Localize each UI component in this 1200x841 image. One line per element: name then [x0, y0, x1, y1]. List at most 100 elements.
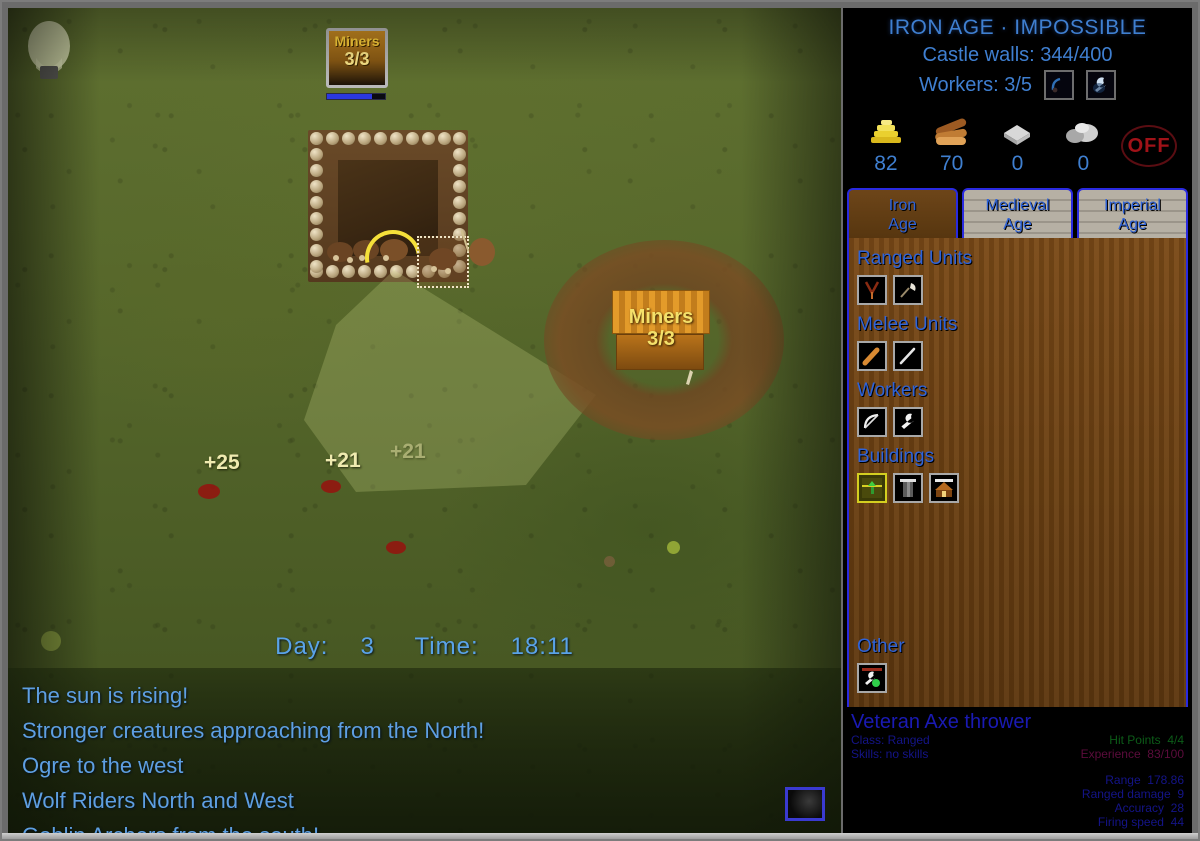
sound-toggle[interactable]: OFF — [1119, 116, 1179, 176]
axe-thrower-icon[interactable] — [893, 275, 923, 305]
resource-gold[interactable]: 82 — [856, 114, 916, 176]
window-bottom-edge — [0, 833, 1200, 841]
message-log: The sun is rising! Stronger creatures ap… — [8, 668, 841, 833]
archer-bow-icon[interactable] — [857, 275, 887, 305]
wall-stud — [310, 196, 323, 209]
log-line: Wolf Riders North and West — [22, 788, 294, 813]
workers-row: Workers: 3/5 — [843, 70, 1192, 100]
melee-units-row — [857, 341, 1178, 371]
tab-medieval-age[interactable]: Medieval Age — [962, 188, 1073, 238]
log-line: The sun is rising! — [22, 683, 189, 708]
club-warrior-icon[interactable] — [857, 341, 887, 371]
house-icon[interactable] — [929, 473, 959, 503]
floating-resource-number: +21 — [325, 449, 361, 472]
lightbulb-hint-icon[interactable] — [18, 16, 80, 88]
selected-unit-portrait[interactable]: Miners 3/3 — [326, 28, 394, 106]
farm-icon[interactable] — [857, 473, 887, 503]
tower-icon[interactable] — [893, 473, 923, 503]
ground-item[interactable] — [667, 541, 680, 554]
section-title-workers: Workers — [857, 380, 928, 401]
portrait-box: Miners 3/3 — [326, 28, 388, 88]
wood-value: 70 — [940, 152, 964, 175]
hud-status-header: IRON AGE · IMPOSSIBLE Castle walls: 344/… — [843, 8, 1192, 100]
worker-miner-icon[interactable] — [1044, 70, 1074, 100]
tab-medieval-age-line2: Age — [1003, 216, 1032, 233]
resource-bar: 82 70 0 0 OFF — [843, 114, 1192, 176]
ground-item[interactable] — [604, 556, 615, 567]
blood-splat — [321, 480, 341, 493]
day-value: 3 — [360, 633, 375, 660]
repair-wrench-icon[interactable] — [857, 663, 887, 693]
build-panel: Ranged Units Melee Units Workers Buildin… — [847, 238, 1188, 710]
wall-stud — [342, 265, 355, 278]
wood-logs-icon — [922, 114, 982, 148]
section-title-melee-units: Melee Units — [857, 314, 958, 335]
wall-stud — [310, 164, 323, 177]
portrait-progress-bar — [326, 93, 386, 100]
wall-stud — [310, 228, 323, 241]
wrench-builder-icon[interactable] — [893, 407, 923, 437]
wall-stud — [453, 180, 466, 193]
time-value: 18:11 — [510, 633, 574, 660]
detail-skills: Skills: no skills — [851, 747, 929, 761]
resource-iron[interactable]: 0 — [1053, 114, 1113, 176]
wall-stud — [310, 180, 323, 193]
wall-stud — [422, 132, 435, 145]
log-line: Stronger creatures approaching from the … — [22, 718, 485, 743]
wall-stud — [406, 132, 419, 145]
workers-status: Workers: 3/5 — [919, 73, 1032, 96]
stone-value: 0 — [1011, 152, 1024, 175]
iron-ore-icon — [1053, 114, 1113, 148]
blood-splat — [386, 541, 406, 554]
portrait-label: Miners — [334, 33, 380, 49]
detail-ranged-damage: Ranged damage 9 — [1081, 787, 1184, 801]
wall-stud — [438, 132, 451, 145]
tab-imperial-age[interactable]: Imperial Age — [1077, 188, 1188, 238]
day-time-display: Day: 3 Time: 18:11 — [8, 633, 841, 661]
detail-left-column: Class: Ranged Skills: no skills — [851, 733, 930, 829]
pickaxe-miner-icon[interactable] — [857, 407, 887, 437]
section-title-ranged-units: Ranged Units — [857, 248, 973, 269]
resource-wood[interactable]: 70 — [922, 114, 982, 176]
mine-count: 3/3 — [647, 328, 675, 350]
section-title-buildings: Buildings — [857, 446, 935, 467]
detail-hit-points: Hit Points 4/4 — [1109, 733, 1184, 747]
resource-stone[interactable]: 0 — [987, 114, 1047, 176]
stone-block-icon — [987, 114, 1047, 148]
minimap-icon[interactable] — [785, 787, 825, 821]
detail-columns: Class: Ranged Skills: no skills Hit Poin… — [851, 733, 1184, 829]
wall-stud — [310, 260, 323, 273]
tab-iron-age-line2: Age — [888, 216, 917, 233]
tab-iron-age[interactable]: Iron Age — [847, 188, 958, 238]
log-line: Ogre to the west — [22, 753, 184, 778]
detail-firing-speed: Firing speed 44 — [1097, 815, 1184, 829]
off-toggle-badge: OFF — [1121, 125, 1178, 167]
game-window: Miners 3/3 Miners 3/3 +25 +21 +21 Day: 3… — [0, 0, 1200, 841]
wall-stud — [453, 148, 466, 161]
wall-stud — [342, 132, 355, 145]
workers-row-icons — [857, 407, 1178, 437]
wall-stud — [358, 132, 371, 145]
floating-resource-number: +21 — [390, 440, 426, 463]
mine-building[interactable]: Miners 3/3 — [612, 290, 710, 378]
detail-experience: Experience 83/100 — [1080, 747, 1184, 761]
detail-range: Range 178.86 — [1105, 773, 1184, 787]
detail-accuracy: Accuracy 28 — [1114, 801, 1184, 815]
age-difficulty-title: IRON AGE · IMPOSSIBLE — [888, 16, 1147, 39]
tab-medieval-age-line1: Medieval — [985, 197, 1050, 214]
wall-stud — [374, 132, 387, 145]
log-line: Goblin Archers from the south! — [22, 818, 827, 833]
wall-stud — [310, 148, 323, 161]
mine-label-group: Miners 3/3 — [612, 306, 710, 350]
buildings-row — [857, 473, 1178, 503]
wall-stud — [390, 132, 403, 145]
day-label: Day: — [275, 633, 329, 660]
swordsman-icon[interactable] — [893, 341, 923, 371]
worker-builder-icon[interactable] — [1086, 70, 1116, 100]
iron-value: 0 — [1077, 152, 1090, 175]
gold-value: 82 — [874, 152, 898, 175]
age-tab-bar: Iron Age Medieval Age Imperial Age — [843, 188, 1192, 238]
wall-stud — [326, 132, 339, 145]
game-map-viewport[interactable]: Miners 3/3 Miners 3/3 +25 +21 +21 Day: 3… — [8, 8, 841, 833]
ranged-units-row — [857, 275, 1178, 305]
